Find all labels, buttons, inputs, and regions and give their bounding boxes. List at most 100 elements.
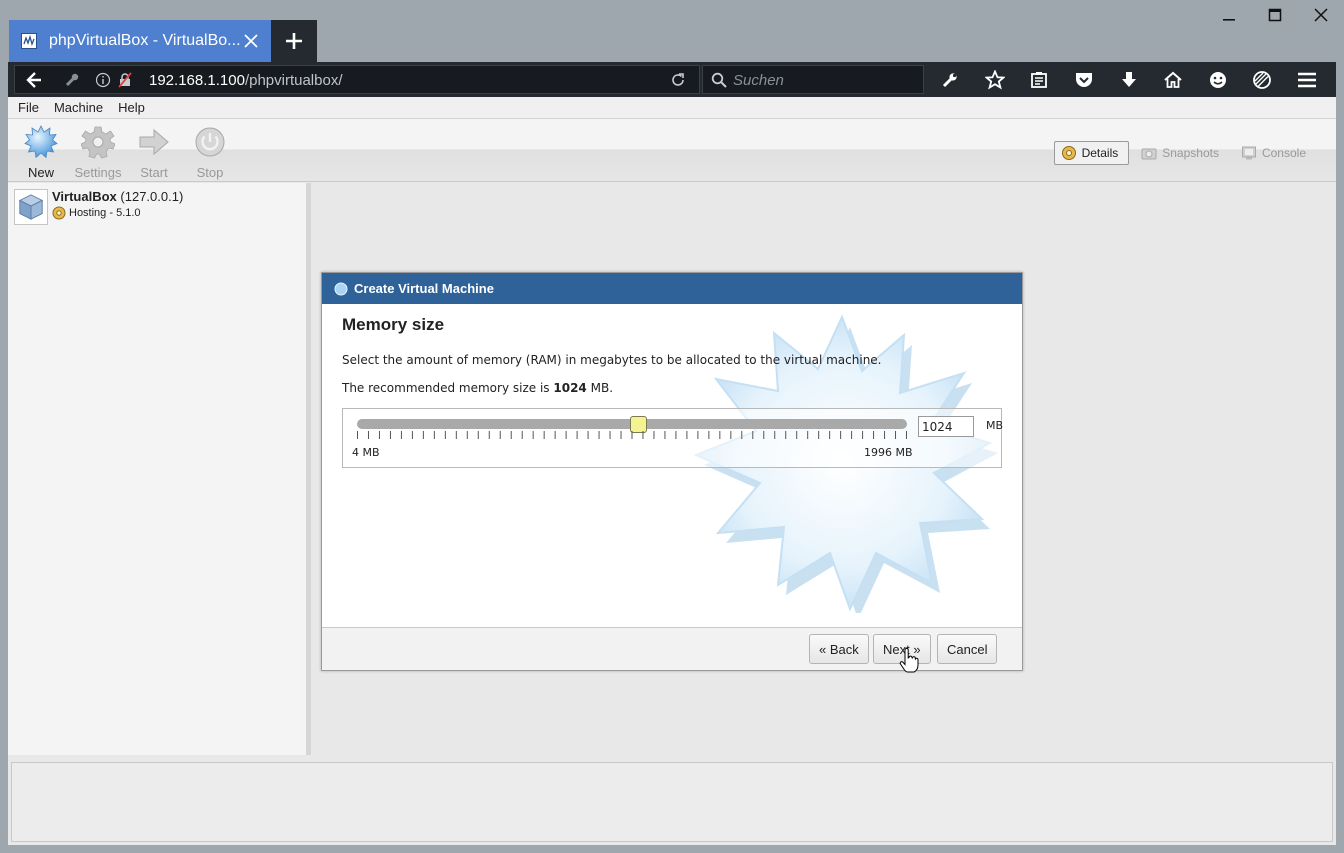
dialog-description: Select the amount of memory (RAM) in meg… (342, 353, 882, 367)
virtualbox-cube-icon (14, 189, 48, 225)
pocket-button[interactable] (1062, 62, 1107, 97)
maximize-button[interactable] (1252, 0, 1298, 30)
host-text: VirtualBox (127.0.0.1) Hosting - 5.1.0 (52, 189, 183, 225)
host-status: Hosting - 5.1.0 (52, 206, 183, 220)
phpvirtualbox-favicon-icon (21, 33, 37, 49)
settings-button-label: Settings (74, 165, 122, 180)
striped-circle-icon (1253, 70, 1272, 89)
dialog-title: Create Virtual Machine (354, 281, 494, 296)
vm-list-sidebar: VirtualBox (127.0.0.1) Hosting - 5.1.0 (8, 183, 311, 755)
site-identity-button[interactable] (57, 65, 87, 95)
new-starburst-icon (24, 125, 58, 159)
back-button-dialog[interactable]: « Back (809, 634, 869, 664)
recommended-memory-text: The recommended memory size is 1024 MB. (342, 381, 614, 395)
start-button[interactable]: Start (126, 125, 182, 180)
window-titlebar: phpVirtualBox - VirtualBo... (0, 0, 1344, 62)
tab-details[interactable]: Details (1053, 141, 1130, 165)
hand-pointer-cursor-icon (899, 648, 919, 673)
menu-machine[interactable]: Machine (44, 100, 108, 115)
new-button-label: New (27, 165, 54, 180)
page-info-button[interactable] (93, 65, 113, 95)
gear-icon (80, 126, 116, 159)
developer-tools-button[interactable] (928, 62, 973, 97)
create-vm-dialog: Create Virtual Machine Memory size Selec… (321, 272, 1023, 671)
monitor-icon (1241, 146, 1256, 160)
stop-button[interactable]: Stop (182, 125, 238, 180)
start-button-label: Start (140, 165, 168, 180)
camera-icon (1141, 148, 1157, 160)
info-icon (95, 72, 111, 88)
download-arrow-icon (1121, 71, 1136, 87)
tab-close-icon[interactable] (243, 33, 259, 49)
app-menubar: File Machine Help (8, 97, 1336, 119)
menu-file[interactable]: File (8, 100, 44, 115)
window-controls (1206, 0, 1344, 30)
arrow-right-icon (139, 128, 169, 156)
addon-button[interactable] (1240, 62, 1285, 97)
insecure-lock-icon (118, 72, 132, 88)
browser-tab-active[interactable]: phpVirtualBox - VirtualBo... (9, 20, 271, 62)
slider-max-label: 1996 MB (864, 446, 913, 459)
plus-icon (286, 33, 302, 49)
memory-unit-label: MB (986, 419, 1004, 432)
new-vm-button[interactable]: New (13, 125, 69, 180)
browser-toolbar-icons (928, 62, 1329, 97)
feedback-button[interactable] (1196, 62, 1241, 97)
close-icon (1314, 8, 1328, 22)
back-button[interactable] (17, 65, 51, 95)
tab-details-label: Details (1081, 146, 1119, 160)
wrench-gray-icon (65, 73, 79, 87)
reader-view-button[interactable] (1017, 62, 1062, 97)
arrow-left-icon (26, 72, 41, 88)
slider-min-label: 4 MB (352, 446, 380, 459)
dialog-title-starburst-icon (334, 282, 348, 295)
memory-size-input[interactable] (918, 416, 974, 437)
memory-slider-ticks (357, 431, 907, 439)
star-icon (984, 69, 1005, 89)
downloads-button[interactable] (1106, 62, 1151, 97)
dialog-titlebar[interactable]: Create Virtual Machine (322, 273, 1022, 304)
reload-icon (672, 73, 684, 86)
menu-help[interactable]: Help (108, 100, 150, 115)
maximize-icon (1268, 8, 1282, 22)
open-menu-button[interactable] (1285, 62, 1330, 97)
home-icon (1164, 71, 1182, 88)
home-button[interactable] (1151, 62, 1196, 97)
close-window-button[interactable] (1298, 0, 1344, 30)
tab-snapshots[interactable]: Snapshots (1135, 141, 1229, 165)
search-icon (711, 72, 727, 88)
url-text: 192.168.1.100/phpvirtualbox/ (149, 72, 343, 89)
smiley-icon (1209, 71, 1226, 88)
details-gear-icon (1061, 146, 1076, 160)
search-bar[interactable]: Suchen (702, 65, 924, 94)
tab-console[interactable]: Console (1235, 141, 1316, 165)
dialog-heading: Memory size (342, 315, 445, 334)
vm-toolbar: New Settings Start Stop Details Snapshot… (8, 119, 1336, 182)
host-name: VirtualBox (127.0.0.1) (52, 189, 184, 204)
new-tab-button[interactable] (271, 20, 317, 62)
cancel-button[interactable]: Cancel (937, 634, 998, 664)
bottom-status-pane (11, 762, 1333, 842)
bookmark-button[interactable] (973, 62, 1018, 97)
insecure-connection-button[interactable] (115, 65, 135, 95)
memory-slider-frame: 4 MB 1996 MB MB (342, 408, 1004, 468)
tab-console-label: Console (1261, 146, 1306, 160)
tab-title: phpVirtualBox - VirtualBo... (49, 32, 241, 49)
clipboard-list-icon (1031, 71, 1048, 88)
url-bar[interactable]: 192.168.1.100/phpvirtualbox/ (14, 65, 700, 94)
pocket-icon (1076, 72, 1093, 87)
minimize-icon (1223, 19, 1235, 21)
reload-button[interactable] (661, 65, 695, 95)
tab-snapshots-label: Snapshots (1162, 146, 1219, 160)
hamburger-menu-icon (1298, 72, 1317, 87)
browser-navbar: 192.168.1.100/phpvirtualbox/ Suchen (8, 62, 1336, 97)
stop-button-label: Stop (196, 165, 224, 180)
minimize-button[interactable] (1206, 0, 1252, 30)
wrench-icon (943, 72, 957, 87)
settings-button[interactable]: Settings (70, 125, 126, 180)
view-tabs: Details Snapshots Console (1053, 141, 1316, 165)
search-placeholder: Suchen (733, 72, 784, 89)
hosting-gear-icon (52, 206, 66, 220)
host-entry[interactable]: VirtualBox (127.0.0.1) Hosting - 5.1.0 (14, 189, 183, 225)
power-icon (195, 127, 225, 157)
